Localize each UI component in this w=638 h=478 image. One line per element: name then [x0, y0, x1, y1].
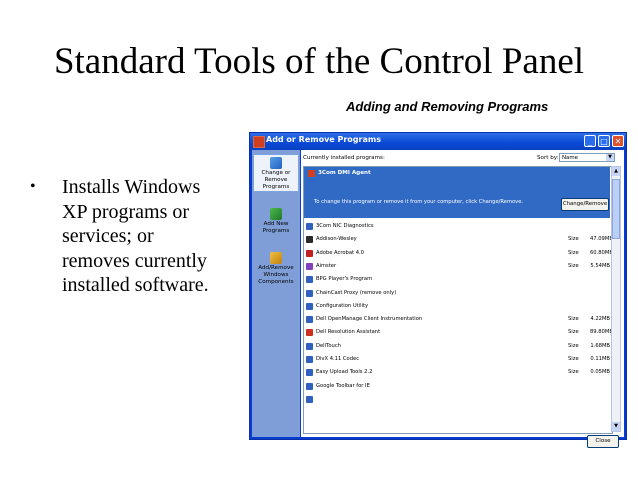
program-name: Google Toolbar for IE [316, 382, 370, 389]
slide-title: Standard Tools of the Control Panel [53, 41, 585, 82]
program-icon [306, 302, 313, 310]
size-value: 1.68MB [590, 342, 610, 349]
list-scrollbar[interactable]: ▲ ▼ [611, 166, 621, 432]
bullet-text: Installs Windows XP programs or services… [62, 176, 209, 296]
sidebar-item-change-remove[interactable]: Change or Remove Programs [253, 154, 299, 192]
slide-subtitle: Adding and Removing Programs [346, 99, 549, 114]
sidebar-item-label: Add/Remove Windows Components [258, 265, 294, 285]
size-label: Size [568, 316, 579, 323]
program-list[interactable]: 3Com DMI Agent To change this program or… [303, 166, 613, 434]
program-name: Configuration Utility [316, 302, 369, 309]
sidebar-item-add-new[interactable]: Add New Programs [253, 206, 299, 240]
size-value: 60.80MB [590, 249, 613, 256]
program-icon [306, 329, 313, 337]
program-row[interactable]: BPG Player's Program [304, 273, 610, 286]
program-icon [306, 223, 313, 230]
program-icon [306, 369, 313, 377]
size-label: Size [568, 369, 579, 376]
scroll-up-icon[interactable]: ▲ [612, 167, 620, 176]
window-title: Add or Remove Programs [266, 135, 381, 144]
window-titlebar[interactable]: Add or Remove Programs _ □ ✕ [250, 133, 626, 150]
size-value: 5.54MB [590, 262, 610, 269]
program-name: Dell Resolution Assistant [316, 329, 381, 336]
sort-label: Sort by: [537, 155, 559, 161]
size-label: Size [568, 356, 579, 362]
program-name: Aimster [316, 262, 337, 269]
program-row[interactable]: Adobe Acrobat 4.0 Size 60.80MB [304, 247, 613, 260]
close-window-button[interactable]: ✕ [612, 135, 624, 147]
program-row[interactable]: 3Com NIC Diagnostics [304, 220, 610, 233]
program-icon [306, 249, 313, 257]
program-name: Dell OpenManage Client Instrumentation [316, 316, 423, 323]
change-remove-button[interactable]: Change/Remove [561, 198, 609, 211]
program-name: BPG Player's Program [316, 276, 373, 283]
sidebar-item-label: Change or Remove Programs [261, 170, 291, 190]
program-name: Adobe Acrobat 4.0 [316, 249, 364, 256]
app-icon [253, 136, 265, 148]
sidebar: Change or Remove Programs Add New Progra… [252, 150, 300, 437]
program-name: DellTouch [316, 342, 341, 349]
sort-value: Name [562, 155, 578, 161]
program-name: DivX 4.11 Codec [316, 356, 360, 362]
program-row[interactable]: Dell Resolution Assistant Size 89.80MB [304, 326, 613, 339]
scroll-down-icon[interactable]: ▼ [612, 422, 620, 431]
program-icon [306, 316, 313, 324]
program-icon [306, 289, 313, 297]
program-row[interactable]: Addison-Wesley Size 47.09MB [304, 233, 613, 246]
program-row[interactable]: Aimster Size 5.54MB [304, 260, 610, 273]
program-icon [306, 382, 313, 390]
scroll-thumb[interactable] [612, 179, 620, 239]
program-row[interactable] [304, 393, 610, 406]
size-label: Size [568, 262, 579, 269]
content-pane: Currently installed programs: Sort by: N… [301, 150, 624, 448]
minimize-button[interactable]: _ [584, 135, 596, 147]
sidebar-item-windows-components[interactable]: Add/Remove Windows Components [253, 250, 299, 290]
bullet-marker: • [30, 178, 36, 195]
size-label: Size [568, 329, 579, 336]
program-icon [308, 170, 315, 177]
size-value: 4.22MB [590, 316, 610, 323]
program-row[interactable]: DellTouch Size 1.68MB [304, 340, 610, 353]
program-row[interactable]: Google Toolbar for IE [304, 380, 610, 393]
program-name: Addison-Wesley [316, 236, 357, 243]
program-icon [306, 395, 313, 403]
chevron-down-icon[interactable]: ▼ [606, 154, 614, 161]
sort-select[interactable]: Name ▼ [559, 153, 615, 162]
program-name: Easy Upload Tools 2.2 [316, 369, 373, 376]
add-program-icon [270, 208, 282, 220]
program-row[interactable]: ChainCast Proxy (remove only) [304, 287, 610, 300]
program-name: ChainCast Proxy (remove only) [316, 289, 397, 296]
sidebar-item-label: Add New Programs [262, 221, 290, 234]
size-label: Size [568, 236, 579, 243]
program-icon [306, 356, 313, 363]
add-remove-programs-window: Add or Remove Programs _ □ ✕ Change or R… [249, 132, 627, 448]
installed-programs-label: Currently installed programs: [303, 155, 385, 161]
program-icon [306, 276, 313, 284]
change-remove-icon [270, 157, 282, 169]
program-icon [306, 342, 313, 350]
program-icon [306, 236, 313, 244]
program-row[interactable]: Easy Upload Tools 2.2 Size 0.05MB [304, 366, 610, 379]
windows-components-icon [270, 252, 282, 264]
size-value: 89.80MB [590, 329, 613, 336]
size-label: Size [568, 249, 579, 256]
selected-program-name: 3Com DMI Agent [318, 170, 371, 176]
selected-program-description: To change this program or remove it from… [314, 199, 524, 205]
size-label: Size [568, 342, 579, 349]
size-value: 47.09MB [590, 236, 613, 243]
program-name: 3Com NIC Diagnostics [316, 223, 374, 229]
program-icon [306, 262, 313, 270]
program-row[interactable]: DivX 4.11 Codec Size 0.11MB [304, 353, 610, 366]
program-row[interactable]: Dell OpenManage Client Instrumentation Si… [304, 313, 610, 326]
size-value: 0.11MB [590, 356, 610, 362]
size-value: 0.05MB [590, 369, 610, 376]
program-row[interactable]: Configuration Utility [304, 300, 610, 313]
maximize-button[interactable]: □ [598, 135, 610, 147]
close-button[interactable]: Close [587, 435, 619, 448]
selected-program[interactable]: 3Com DMI Agent To change this program or… [304, 167, 610, 218]
